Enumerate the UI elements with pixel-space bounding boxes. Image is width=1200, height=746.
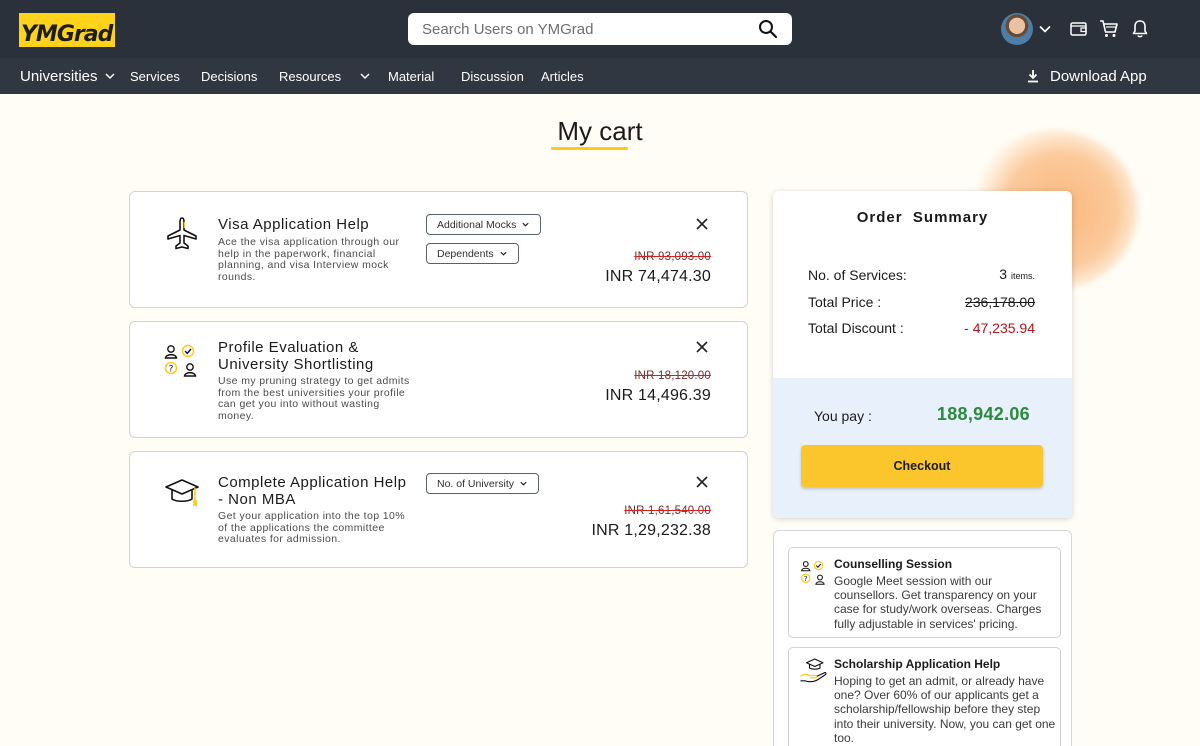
- search-input[interactable]: [422, 20, 758, 38]
- total-discount-label: Total Discount :: [808, 320, 904, 336]
- cart-item-visa: Visa Application Help Ace the visa appli…: [129, 191, 748, 308]
- title-underline: [551, 147, 628, 150]
- original-price: INR 93,093.00: [634, 251, 711, 263]
- cart-item-title-line1: Profile Evaluation &: [218, 339, 359, 356]
- cart-item-profile-evaluation: ? Profile Evaluation & University Shortl…: [129, 321, 748, 438]
- airplane-icon: [167, 217, 197, 250]
- nav-item-discussion[interactable]: Discussion: [461, 58, 524, 94]
- nav-item-material[interactable]: Material: [388, 58, 434, 94]
- remove-item-icon[interactable]: [695, 340, 709, 354]
- page-title: My cart: [557, 116, 643, 146]
- original-price: INR 1,61,540.00: [624, 505, 711, 517]
- nav-label: Decisions: [201, 68, 258, 84]
- download-app-button[interactable]: Download App: [1026, 58, 1147, 94]
- nav-label: Services: [130, 68, 180, 84]
- cart-item-title-line2: University Shortlisting: [218, 356, 374, 373]
- bell-icon[interactable]: [1129, 18, 1151, 40]
- you-pay-amount: 188,942.06: [936, 404, 1030, 424]
- reco-description: Google Meet session with our counsellors…: [834, 574, 1042, 631]
- cart-icon[interactable]: [1098, 18, 1120, 40]
- top-header: YM Grad: [0, 0, 1200, 58]
- logo-text-ym: YM: [21, 22, 58, 47]
- pay-section: You pay : 188,942.06 Checkout: [773, 378, 1072, 518]
- chevron-down-icon[interactable]: [1038, 22, 1052, 36]
- profile-evaluation-icon: ?: [164, 344, 197, 377]
- svg-text:?: ?: [169, 365, 174, 375]
- counselling-icon: ?: [801, 560, 825, 585]
- download-icon: [1028, 70, 1038, 83]
- reco-description: Hoping to get an admit, or already have …: [834, 674, 1056, 745]
- main-nav: Universities Services Decisions Resource…: [0, 58, 1200, 94]
- nav-item-resources[interactable]: Resources: [279, 58, 371, 94]
- nav-label: Discussion: [461, 68, 524, 84]
- chevron-down-icon: [500, 251, 507, 256]
- chevron-down-icon: [520, 481, 527, 486]
- dependents-dropdown[interactable]: Dependents: [426, 243, 519, 264]
- discounted-price: INR 14,496.39: [605, 387, 711, 404]
- nav-item-services[interactable]: Services: [130, 58, 180, 94]
- cart-item-description: Ace the visa application through our hel…: [218, 236, 400, 284]
- nav-label: Resources: [279, 68, 342, 84]
- discounted-price: INR 74,474.30: [605, 268, 711, 285]
- discounted-price: INR 1,29,232.38: [591, 522, 711, 539]
- dropdown-label: Additional Mocks: [437, 218, 517, 231]
- search-icon[interactable]: [758, 19, 778, 39]
- cart-item-description: Use my pruning strategy to get admits fr…: [218, 375, 410, 423]
- nav-item-articles[interactable]: Articles: [541, 58, 584, 94]
- services-unit: items.: [1010, 271, 1035, 281]
- remove-item-icon[interactable]: [695, 475, 709, 489]
- services-count-value: 3 items.: [999, 266, 1035, 282]
- you-pay-label: You pay :: [814, 408, 872, 424]
- chevron-down-icon: [360, 73, 370, 80]
- cart-item-title-line2: - Non MBA: [218, 491, 296, 508]
- scholarship-icon: [800, 658, 827, 683]
- reco-card-scholarship[interactable]: Scholarship Application Help Hoping to g…: [788, 647, 1061, 746]
- dropdown-label: Dependents: [437, 247, 494, 260]
- nav-label: Articles: [541, 68, 584, 84]
- chevron-down-icon: [522, 222, 529, 227]
- recommended-services: ? Counselling Session Google Meet sessio…: [773, 530, 1072, 746]
- graduation-cap-icon: [165, 479, 199, 506]
- nav-item-decisions[interactable]: Decisions: [201, 58, 257, 94]
- total-price-value: 236,178.00: [964, 294, 1035, 310]
- no-of-university-dropdown[interactable]: No. of University: [426, 473, 540, 494]
- total-discount-value: - 47,235.94: [964, 320, 1035, 336]
- cart-item-title: Visa Application Help: [218, 216, 370, 233]
- cart-item-application-help: Complete Application Help - Non MBA Get …: [129, 451, 748, 568]
- svg-text:?: ?: [804, 575, 808, 583]
- total-price-label: Total Price :: [808, 294, 882, 310]
- remove-item-icon[interactable]: [695, 217, 709, 231]
- logo-text-grad: Grad: [56, 22, 114, 47]
- checkout-button[interactable]: Checkout: [801, 445, 1043, 487]
- services-count-label: No. of Services:: [808, 267, 907, 283]
- additional-mocks-dropdown[interactable]: Additional Mocks: [426, 214, 542, 235]
- reco-card-counselling[interactable]: ? Counselling Session Google Meet sessio…: [788, 547, 1061, 638]
- reco-title: Scholarship Application Help: [834, 657, 1001, 671]
- cart-item-title-line1: Complete Application Help: [218, 474, 407, 491]
- order-summary: Order Summary No. of Services: 3 items. …: [773, 191, 1072, 518]
- nav-label: Material: [388, 68, 435, 84]
- dropdown-label: No. of University: [437, 477, 515, 490]
- original-price: INR 18,120.00: [634, 370, 711, 382]
- nav-item-universities[interactable]: Universities: [20, 58, 116, 94]
- search-bar: [408, 13, 792, 45]
- chevron-down-icon: [105, 73, 115, 80]
- ymgrad-logo[interactable]: YM Grad: [19, 13, 115, 47]
- download-app-label: Download App: [1050, 67, 1147, 85]
- avatar[interactable]: [1001, 13, 1033, 45]
- cart-item-description: Get your application into the top 10% of…: [218, 510, 405, 546]
- reco-title: Counselling Session: [834, 557, 953, 571]
- order-summary-title: Order Summary: [856, 209, 989, 226]
- wallet-icon[interactable]: [1068, 18, 1090, 40]
- services-count: 3: [999, 266, 1008, 282]
- nav-label: Universities: [20, 67, 98, 85]
